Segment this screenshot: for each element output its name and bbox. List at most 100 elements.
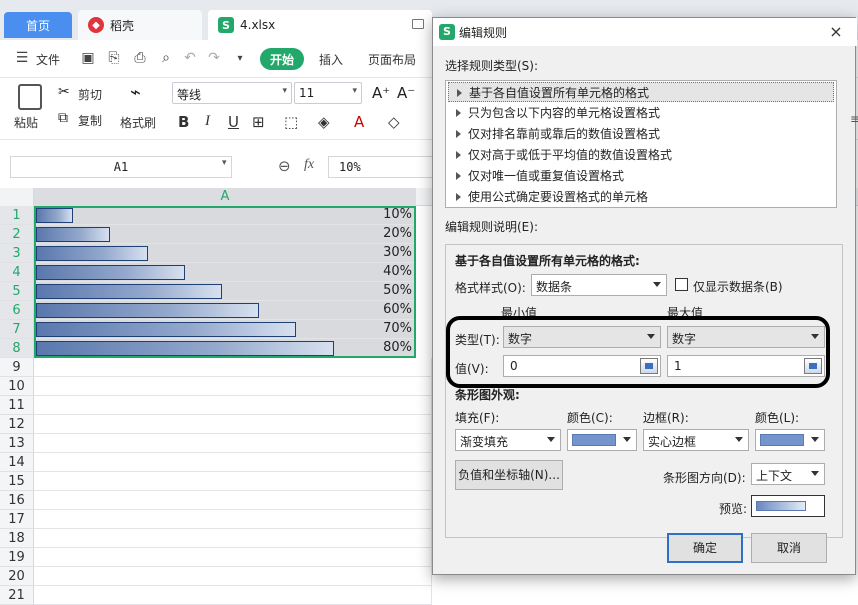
select-all-corner[interactable] [0,188,34,206]
name-box[interactable]: A1 [10,156,232,178]
clear-format-icon[interactable]: ◇ [388,113,400,131]
menu-page-layout[interactable]: 页面布局 [368,51,416,68]
row-header[interactable]: 18 [0,529,34,548]
window-monitor-icon[interactable] [412,19,424,29]
border-select[interactable]: 实心边框 [643,429,749,451]
row-header[interactable]: 12 [0,415,34,434]
formula-input[interactable]: 10% [328,156,438,178]
row-header[interactable]: 14 [0,453,34,472]
empty-cell[interactable] [34,453,432,472]
row-header[interactable]: 11 [0,396,34,415]
rule-type-list[interactable]: 基于各自值设置所有单元格的格式 只为包含以下内容的单元格设置格式 仅对排名靠前或… [445,80,837,208]
row-header[interactable]: 19 [0,548,34,567]
bar-direction-select[interactable]: 上下文 [751,463,825,485]
format-painter-button[interactable]: 格式刷 [120,114,156,131]
row-header[interactable]: 7 [0,320,34,339]
print-icon[interactable]: ⎙ [132,50,148,66]
format-style-select[interactable]: 数据条 [531,274,667,296]
save-icon[interactable]: ▣ [80,50,96,66]
row-header[interactable]: 9 [0,358,34,377]
bold-icon[interactable]: B [178,113,189,131]
row-header[interactable]: 17 [0,510,34,529]
copy-icon[interactable]: ⧉ [58,110,68,126]
paste-button[interactable]: 粘贴 [14,114,38,131]
border-icon[interactable]: ⊞ [252,113,265,131]
redo-icon[interactable]: ↷ [206,50,222,66]
row-header[interactable]: 3 [0,244,34,263]
rule-type-item[interactable]: 只为包含以下内容的单元格设置格式 [448,103,834,123]
row-header[interactable]: 6 [0,301,34,320]
export-icon[interactable]: ⎘ [106,50,122,66]
row-header[interactable]: 5 [0,282,34,301]
tab-daoke[interactable]: ◆ 稻壳 [78,10,202,40]
shrink-font-icon[interactable]: A⁻ [397,84,415,102]
rule-type-item[interactable]: 仅对排名靠前或靠后的数值设置格式 [448,124,834,144]
show-bar-only-checkbox[interactable] [675,278,688,291]
row-header[interactable]: 15 [0,472,34,491]
font-size-select[interactable]: 11 ▾ [294,82,362,104]
fill-color-label: 颜色(C): [567,411,613,425]
undo-icon[interactable]: ↶ [182,50,198,66]
empty-cell[interactable] [34,510,432,529]
empty-cell[interactable] [34,396,432,415]
cell-style-icon[interactable]: ⬚ [284,113,298,131]
cut-button[interactable]: 剪切 [78,86,102,103]
empty-cell[interactable] [34,567,432,586]
empty-cell[interactable] [34,472,432,491]
close-icon[interactable]: × [825,21,847,43]
empty-cell[interactable] [34,358,432,377]
cancel-button[interactable]: 取消 [751,533,827,563]
copy-button[interactable]: 复制 [78,112,102,129]
tab-home[interactable]: 首页 [4,12,72,38]
rule-type-item[interactable]: 仅对高于或低于平均值的数值设置格式 [448,145,834,165]
rule-type-item[interactable]: 仅对唯一值或重复值设置格式 [448,166,834,186]
fill-color-select[interactable] [567,429,637,451]
preview-label: 预览: [719,502,748,516]
zoom-search-icon[interactable]: ⊖ [278,157,291,175]
paste-icon[interactable] [18,84,42,110]
underline-icon[interactable]: U [228,113,239,131]
row-header[interactable]: 4 [0,263,34,282]
row-header[interactable]: 8 [0,339,34,358]
empty-cell[interactable] [34,415,432,434]
hamburger-menu-icon[interactable]: ☰ [14,50,30,66]
print-preview-icon[interactable]: ⌕ [158,50,174,66]
fill-color-icon[interactable]: ◈ [318,113,330,131]
row-header[interactable]: 13 [0,434,34,453]
row-header[interactable]: 2 [0,225,34,244]
chevron-down-icon [653,282,661,287]
fill-select[interactable]: 渐变填充 [455,429,561,451]
empty-cell[interactable] [34,377,432,396]
ok-button[interactable]: 确定 [667,533,743,563]
empty-cell[interactable] [34,586,432,605]
menu-insert[interactable]: 插入 [319,51,343,68]
dialog-titlebar[interactable]: S 编辑规则 × [433,18,857,46]
format-painter-icon[interactable]: ⌁ [130,82,141,103]
row-header[interactable]: 21 [0,586,34,605]
row-header[interactable]: 10 [0,377,34,396]
menu-start[interactable]: 开始 [260,48,304,70]
menu-file[interactable]: 文件 [36,51,60,68]
column-header-a[interactable]: A [34,188,416,206]
quick-access-dropdown-icon[interactable]: ▾ [232,50,248,66]
border-color-select[interactable] [755,429,825,451]
empty-cell[interactable] [34,548,432,567]
fx-icon[interactable]: fx [304,157,314,173]
empty-cell[interactable] [34,434,432,453]
empty-cell[interactable] [34,491,432,510]
empty-cell[interactable] [34,529,432,548]
italic-icon[interactable]: I [205,113,210,130]
rule-type-item[interactable]: 使用公式确定要设置格式的单元格 [448,187,834,207]
row-header[interactable]: 20 [0,567,34,586]
name-box-chevron-icon[interactable]: ▾ [222,158,227,168]
tab-file[interactable]: S 4.xlsx [208,10,432,40]
row-header[interactable]: 16 [0,491,34,510]
rule-type-item[interactable]: 基于各自值设置所有单元格的格式 [448,82,834,102]
negative-axis-button[interactable]: 负值和坐标轴(N)... [455,460,563,490]
row-header[interactable]: 1 [0,206,34,225]
font-color-icon[interactable]: A [354,113,364,131]
preview-box [751,495,825,517]
scissors-icon[interactable]: ✂ [58,84,70,100]
grow-font-icon[interactable]: A⁺ [372,84,390,102]
font-family-select[interactable]: 等线 ▾ [172,82,292,104]
